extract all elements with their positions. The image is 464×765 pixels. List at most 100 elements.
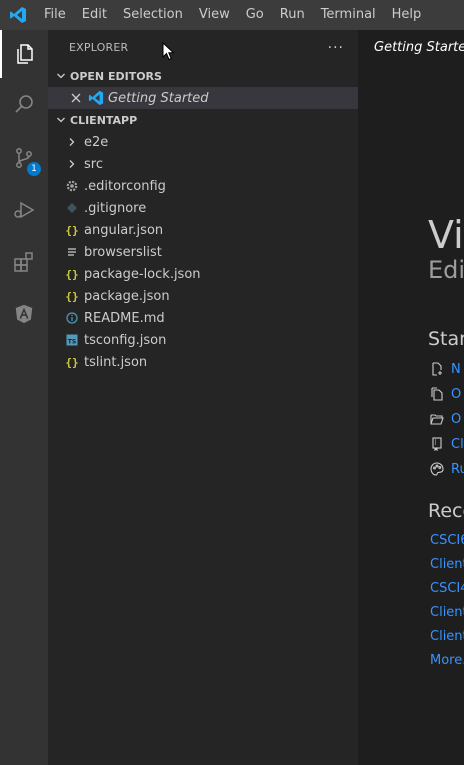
- activity-bar: 1: [0, 30, 48, 765]
- tab-label: Getting Starte: [374, 40, 464, 55]
- gear-icon: [64, 178, 80, 194]
- open-editors-section-header[interactable]: OPEN EDITORS: [48, 65, 358, 87]
- menu-run[interactable]: Run: [272, 0, 313, 30]
- recent-section-title: Rece: [428, 500, 464, 522]
- start-item-label: N: [451, 361, 461, 377]
- angular-icon: [15, 304, 33, 324]
- angular-activity-button[interactable]: [0, 290, 48, 338]
- tab-getting-started[interactable]: Getting Starte: [358, 30, 464, 65]
- file-label: README.md: [84, 310, 165, 326]
- more-recent-link[interactable]: More...: [430, 653, 464, 668]
- source-control-activity-button[interactable]: 1: [0, 134, 48, 182]
- text-file-icon: [64, 244, 80, 260]
- explorer-title: EXPLORER: [69, 41, 129, 54]
- new-file-icon: [432, 362, 442, 376]
- menu-file[interactable]: File: [36, 0, 74, 30]
- file-tslint-json[interactable]: {} tslint.json: [48, 351, 358, 373]
- folder-label: src: [84, 156, 103, 172]
- start-item-label: O: [451, 386, 462, 402]
- open-editor-item[interactable]: Getting Started: [48, 87, 358, 109]
- folder-src[interactable]: src: [48, 153, 358, 175]
- search-activity-button[interactable]: [0, 80, 48, 128]
- start-section-title: Start: [428, 328, 464, 350]
- menu-selection[interactable]: Selection: [115, 0, 191, 30]
- open-file-icon: [431, 387, 443, 401]
- explorer-header: EXPLORER ···: [48, 30, 358, 65]
- open-folder-icon: [430, 414, 444, 425]
- file-package-json[interactable]: {} package.json: [48, 285, 358, 307]
- open-editor-label: Getting Started: [108, 90, 209, 106]
- json-icon: {}: [65, 223, 79, 237]
- extensions-activity-button[interactable]: [0, 238, 48, 286]
- close-icon[interactable]: [68, 90, 84, 106]
- file-angular-json[interactable]: {} angular.json: [48, 219, 358, 241]
- info-icon: [64, 310, 80, 326]
- file-editorconfig[interactable]: .editorconfig: [48, 175, 358, 197]
- more-actions-button[interactable]: ···: [328, 40, 344, 56]
- json-icon: {}: [65, 289, 79, 303]
- project-title: CLIENTAPP: [70, 113, 138, 127]
- file-package-lock-json[interactable]: {} package-lock.json: [48, 263, 358, 285]
- menu-view[interactable]: View: [191, 0, 238, 30]
- start-item-label: Cl: [451, 436, 464, 452]
- file-label: tsconfig.json: [84, 332, 167, 348]
- mouse-cursor-icon: [162, 42, 175, 61]
- open-editors-title: OPEN EDITORS: [70, 69, 162, 83]
- menu-terminal[interactable]: Terminal: [313, 0, 384, 30]
- file-label: tslint.json: [84, 354, 148, 370]
- menu-edit[interactable]: Edit: [74, 0, 115, 30]
- json-icon: {}: [65, 355, 79, 369]
- file-tsconfig-json[interactable]: TS tsconfig.json: [48, 329, 358, 351]
- explorer-activity-button[interactable]: [0, 30, 48, 78]
- git-icon: [64, 200, 80, 216]
- start-open-folder-link[interactable]: O: [430, 408, 461, 430]
- start-clone-repo-link[interactable]: Cl: [430, 433, 464, 455]
- file-label: .gitignore: [84, 200, 147, 216]
- title-bar: File Edit Selection View Go Run Terminal…: [0, 0, 464, 30]
- search-icon: [15, 95, 33, 113]
- recent-item[interactable]: Client: [430, 557, 464, 572]
- json-icon: {}: [65, 267, 79, 281]
- menu-help[interactable]: Help: [384, 0, 430, 30]
- welcome-title: Vis: [428, 213, 464, 257]
- recent-item[interactable]: Client: [430, 629, 464, 644]
- menu-go[interactable]: Go: [238, 0, 272, 30]
- start-new-file-link[interactable]: N: [430, 358, 461, 380]
- file-gitignore[interactable]: .gitignore: [48, 197, 358, 219]
- start-run-command-link[interactable]: Ru: [430, 458, 464, 480]
- chevron-right-icon: [64, 134, 80, 150]
- vscode-icon: [88, 90, 104, 106]
- clientapp-section-header[interactable]: CLIENTAPP: [48, 109, 358, 131]
- explorer-sidebar: EXPLORER ··· OPEN EDITORS Getting Starte…: [48, 30, 358, 765]
- clone-repo-icon: [432, 437, 442, 451]
- start-open-file-link[interactable]: O: [430, 383, 461, 405]
- recent-item[interactable]: CSCI4: [430, 581, 464, 596]
- run-debug-icon: [14, 201, 35, 219]
- file-label: package-lock.json: [84, 266, 201, 282]
- run-debug-activity-button[interactable]: [0, 186, 48, 234]
- folder-e2e[interactable]: e2e: [48, 131, 358, 153]
- start-item-label: O: [451, 411, 462, 427]
- recent-item[interactable]: CSCI6: [430, 533, 464, 548]
- chevron-right-icon: [64, 156, 80, 172]
- chevron-down-icon: [54, 71, 68, 81]
- welcome-subtitle: Edit: [428, 256, 464, 284]
- source-control-badge: 1: [27, 162, 41, 176]
- file-label: browserslist: [84, 244, 162, 260]
- files-icon: [17, 44, 33, 64]
- editor-area: Getting Starte Vis Edit Start N O O Cl R…: [358, 30, 464, 765]
- recent-item[interactable]: Client: [430, 605, 464, 620]
- start-item-label: Ru: [451, 461, 464, 477]
- file-label: .editorconfig: [84, 178, 166, 194]
- svg-text:TS: TS: [68, 339, 76, 346]
- chevron-down-icon: [54, 115, 68, 125]
- file-readme-md[interactable]: README.md: [48, 307, 358, 329]
- folder-label: e2e: [84, 134, 109, 150]
- typescript-icon: TS: [64, 332, 80, 348]
- extensions-icon: [14, 252, 33, 272]
- file-label: angular.json: [84, 222, 164, 238]
- file-browserslist[interactable]: browserslist: [48, 241, 358, 263]
- vscode-logo-icon: [0, 0, 36, 30]
- file-label: package.json: [84, 288, 170, 304]
- palette-icon: [430, 462, 444, 476]
